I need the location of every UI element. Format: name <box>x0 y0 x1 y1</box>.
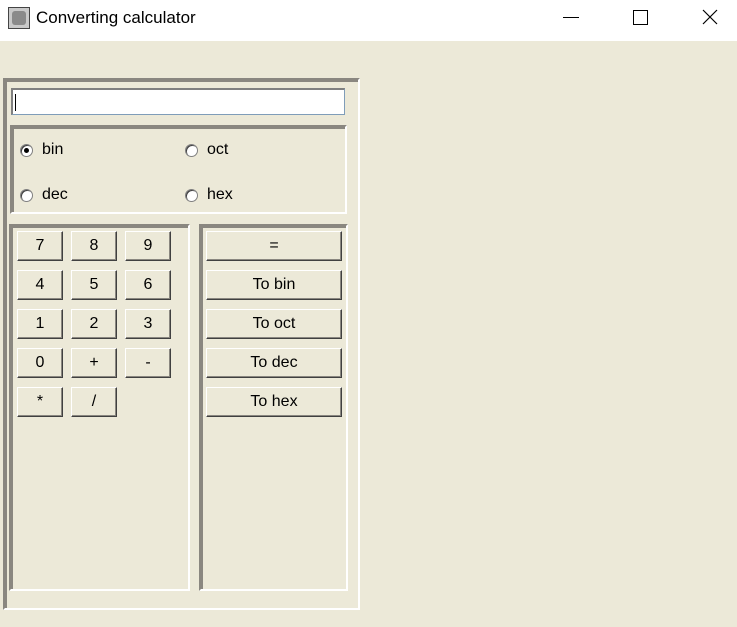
key-3[interactable]: 3 <box>125 309 171 339</box>
close-icon <box>702 9 718 25</box>
base-radio-group: bin oct dec hex <box>10 125 347 214</box>
key-minus[interactable]: - <box>125 348 171 378</box>
key-2[interactable]: 2 <box>71 309 117 339</box>
key-1[interactable]: 1 <box>17 309 63 339</box>
display-input[interactable] <box>11 88 345 115</box>
to-oct-button[interactable]: To oct <box>206 309 342 339</box>
minimize-button[interactable] <box>548 0 594 34</box>
key-multiply[interactable]: * <box>17 387 63 417</box>
radio-hex-label: hex <box>207 186 233 203</box>
key-9[interactable]: 9 <box>125 231 171 261</box>
key-4[interactable]: 4 <box>17 270 63 300</box>
key-6[interactable]: 6 <box>125 270 171 300</box>
text-caret <box>15 94 16 111</box>
equals-button[interactable]: = <box>206 231 342 261</box>
title-bar: Converting calculator <box>0 0 737 41</box>
maximize-button[interactable] <box>617 0 663 34</box>
to-hex-button[interactable]: To hex <box>206 387 342 417</box>
app-icon <box>8 7 30 29</box>
to-dec-button[interactable]: To dec <box>206 348 342 378</box>
radio-oct-label: oct <box>207 141 229 158</box>
minimize-icon <box>563 16 579 18</box>
close-button[interactable] <box>687 0 733 34</box>
window-title: Converting calculator <box>36 8 196 27</box>
key-7[interactable]: 7 <box>17 231 63 261</box>
to-bin-button[interactable]: To bin <box>206 270 342 300</box>
radio-bin-indicator <box>20 143 33 157</box>
key-0[interactable]: 0 <box>17 348 63 378</box>
key-5[interactable]: 5 <box>71 270 117 300</box>
key-8[interactable]: 8 <box>71 231 117 261</box>
radio-dec-indicator <box>20 188 33 202</box>
client-area: bin oct dec hex 7 8 9 4 5 6 1 2 3 0 + - … <box>0 41 737 627</box>
radio-oct[interactable]: oct <box>185 141 228 159</box>
radio-oct-indicator <box>185 143 198 157</box>
key-divide[interactable]: / <box>71 387 117 417</box>
radio-hex[interactable]: hex <box>185 186 233 204</box>
radio-bin[interactable]: bin <box>20 141 63 159</box>
radio-hex-indicator <box>185 188 198 202</box>
key-plus[interactable]: + <box>71 348 117 378</box>
radio-dec[interactable]: dec <box>20 186 68 204</box>
maximize-icon <box>632 9 648 25</box>
radio-bin-label: bin <box>42 141 64 158</box>
radio-dec-label: dec <box>42 186 68 203</box>
